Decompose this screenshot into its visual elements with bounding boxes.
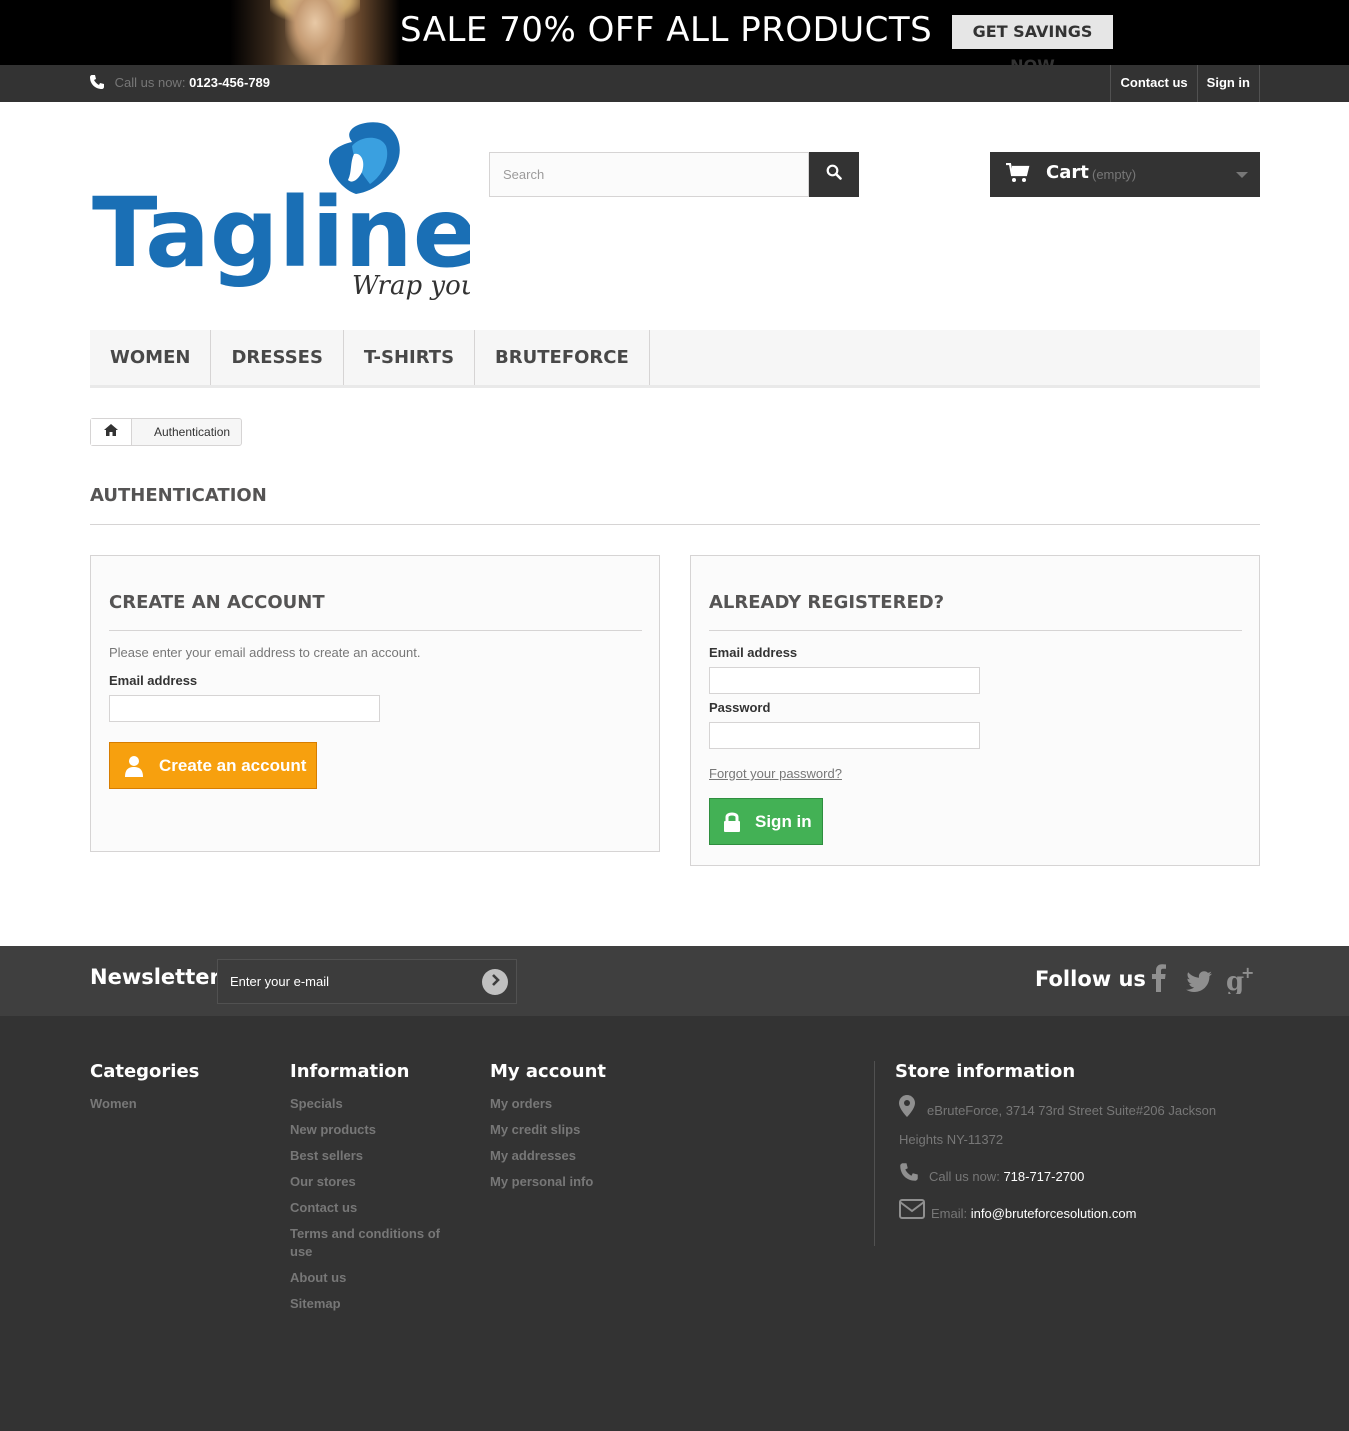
login-email-label: Email address (709, 645, 798, 660)
create-account-button[interactable]: Create an account (109, 742, 317, 789)
store-phone-number: 718-717-2700 (1003, 1169, 1085, 1184)
create-account-intro: Please enter your email address to creat… (109, 645, 421, 660)
footer-link-best-sellers[interactable]: Best sellers (290, 1147, 460, 1165)
footer-information: Information Specials New products Best s… (290, 1061, 460, 1321)
footer-link-my-personal-info[interactable]: My personal info (490, 1173, 606, 1191)
svg-text:+: + (1241, 964, 1254, 982)
footer-link-contact-us[interactable]: Contact us (290, 1199, 460, 1217)
newsletter-title: Newsletter (90, 965, 220, 989)
menu-item-bruteforce[interactable]: BRUTEFORCE (475, 330, 650, 385)
footer-categories: Categories Women (90, 1061, 199, 1121)
lock-icon (723, 811, 741, 833)
cart-button[interactable]: Cart (empty) (990, 152, 1260, 197)
store-address-line2: Heights NY-11372 (899, 1132, 1004, 1147)
user-icon (123, 755, 145, 777)
create-account-panel: CREATE AN ACCOUNT Please enter your emai… (90, 555, 660, 852)
store-phone: Call us now: 718-717-2700 (899, 1162, 1084, 1193)
footer-link-my-credit-slips[interactable]: My credit slips (490, 1121, 606, 1139)
breadcrumb-home[interactable] (91, 419, 132, 445)
sign-in-button-label: Sign in (755, 811, 812, 831)
main-menu: WOMEN DRESSES T-SHIRTS BRUTEFORCE (90, 330, 1260, 388)
store-logo[interactable]: Tagline Wrap you (90, 118, 478, 308)
newsletter-submit-button[interactable] (482, 969, 508, 995)
store-email: Email: info@bruteforcesolution.com (899, 1199, 1136, 1230)
get-savings-button[interactable]: GET SAVINGS NOW (952, 15, 1113, 65)
footer-link-terms[interactable]: Terms and conditions of use (290, 1225, 460, 1261)
chevron-right-icon (489, 973, 501, 991)
phone-number: 0123-456-789 (189, 74, 271, 90)
banner-model-photo (230, 0, 400, 65)
menu-item-women[interactable]: WOMEN (90, 330, 212, 385)
footer-link-specials[interactable]: Specials (290, 1095, 460, 1113)
footer-link-my-orders[interactable]: My orders (490, 1095, 606, 1113)
phone-icon (89, 74, 105, 93)
footer-link-our-stores[interactable]: Our stores (290, 1173, 460, 1191)
sign-in-button[interactable]: Sign in (709, 798, 823, 845)
password-field[interactable] (709, 722, 980, 749)
footer-my-account-title: My account (490, 1061, 606, 1082)
login-email-field[interactable] (709, 667, 980, 694)
chevron-down-icon (1236, 172, 1248, 178)
follow-us-title: Follow us (1035, 967, 1146, 991)
home-icon (104, 423, 118, 441)
footer-link-women[interactable]: Women (90, 1095, 199, 1113)
store-address: eBruteForce, 3714 73rd Street Suite#206 … (899, 1095, 1239, 1128)
search-input[interactable] (489, 152, 809, 197)
twitter-icon[interactable] (1186, 969, 1212, 1000)
footer-my-account: My account My orders My credit slips My … (490, 1061, 606, 1199)
top-nav-bar: Call us now: 0123-456-789 Contact us Sig… (0, 65, 1349, 102)
phone-label: Call us now: (114, 74, 186, 90)
footer-categories-title: Categories (90, 1061, 200, 1082)
create-email-field[interactable] (109, 695, 380, 722)
login-title: ALREADY REGISTERED? (709, 592, 1242, 631)
google-plus-icon[interactable]: g + (1226, 963, 1254, 1001)
page-title: AUTHENTICATION (90, 485, 1260, 525)
store-address-line1: eBruteForce, 3714 73rd Street Suite#206 … (927, 1102, 1217, 1118)
store-email-label: Email: (931, 1206, 968, 1221)
footer-information-title: Information (290, 1061, 410, 1082)
facebook-icon[interactable] (1152, 964, 1166, 999)
top-nav-links: Contact us Sign in (1110, 65, 1260, 102)
store-email-address[interactable]: info@bruteforcesolution.com (971, 1206, 1137, 1221)
nav-phone: Call us now: 0123-456-789 (89, 74, 270, 93)
create-account-title: CREATE AN ACCOUNT (109, 592, 642, 631)
menu-item-t-shirts[interactable]: T-SHIRTS (344, 330, 476, 385)
shopping-cart-icon (1006, 162, 1030, 188)
contact-us-link[interactable]: Contact us (1110, 65, 1196, 102)
footer-link-about-us[interactable]: About us (290, 1269, 460, 1287)
cart-label: Cart (1046, 162, 1089, 183)
newsletter-form (217, 959, 517, 1004)
password-label: Password (709, 700, 771, 715)
breadcrumb-current: Authentication (154, 425, 231, 439)
newsletter-band: Newsletter Follow us g+ (0, 946, 1349, 1016)
footer-divider (874, 1061, 875, 1246)
breadcrumb: Authentication (90, 418, 243, 446)
forgot-password-link[interactable]: Forgot your password? (709, 766, 842, 781)
banner-sale-text: SALE 70% OFF ALL PRODUCTS (400, 10, 933, 50)
search-icon (826, 164, 842, 185)
phone-icon (899, 1162, 919, 1193)
search-box (489, 152, 859, 197)
map-marker-icon (899, 1095, 915, 1128)
footer: Categories Women Information Specials Ne… (0, 1016, 1349, 1431)
promo-banner[interactable]: SALE 70% OFF ALL PRODUCTS GET SAVINGS NO… (0, 0, 1349, 65)
store-phone-label: Call us now: (929, 1169, 1000, 1184)
store-information: Store information eBruteForce, 3714 73rd… (895, 1061, 1240, 1221)
menu-item-dresses[interactable]: DRESSES (211, 330, 344, 385)
footer-link-my-addresses[interactable]: My addresses (490, 1147, 606, 1165)
footer-link-sitemap[interactable]: Sitemap (290, 1295, 460, 1313)
search-button[interactable] (809, 152, 859, 197)
logo-tagline: Wrap you (352, 271, 470, 301)
sign-in-link[interactable]: Sign in (1196, 65, 1260, 102)
envelope-icon (899, 1199, 925, 1230)
create-email-label: Email address (109, 673, 198, 688)
login-panel: ALREADY REGISTERED? Email address Passwo… (690, 555, 1260, 866)
footer-link-new-products[interactable]: New products (290, 1121, 460, 1139)
create-account-button-label: Create an account (159, 755, 307, 775)
store-information-title: Store information (895, 1061, 1076, 1082)
cart-status: (empty) (1092, 167, 1137, 182)
newsletter-email-input[interactable] (218, 960, 468, 1003)
